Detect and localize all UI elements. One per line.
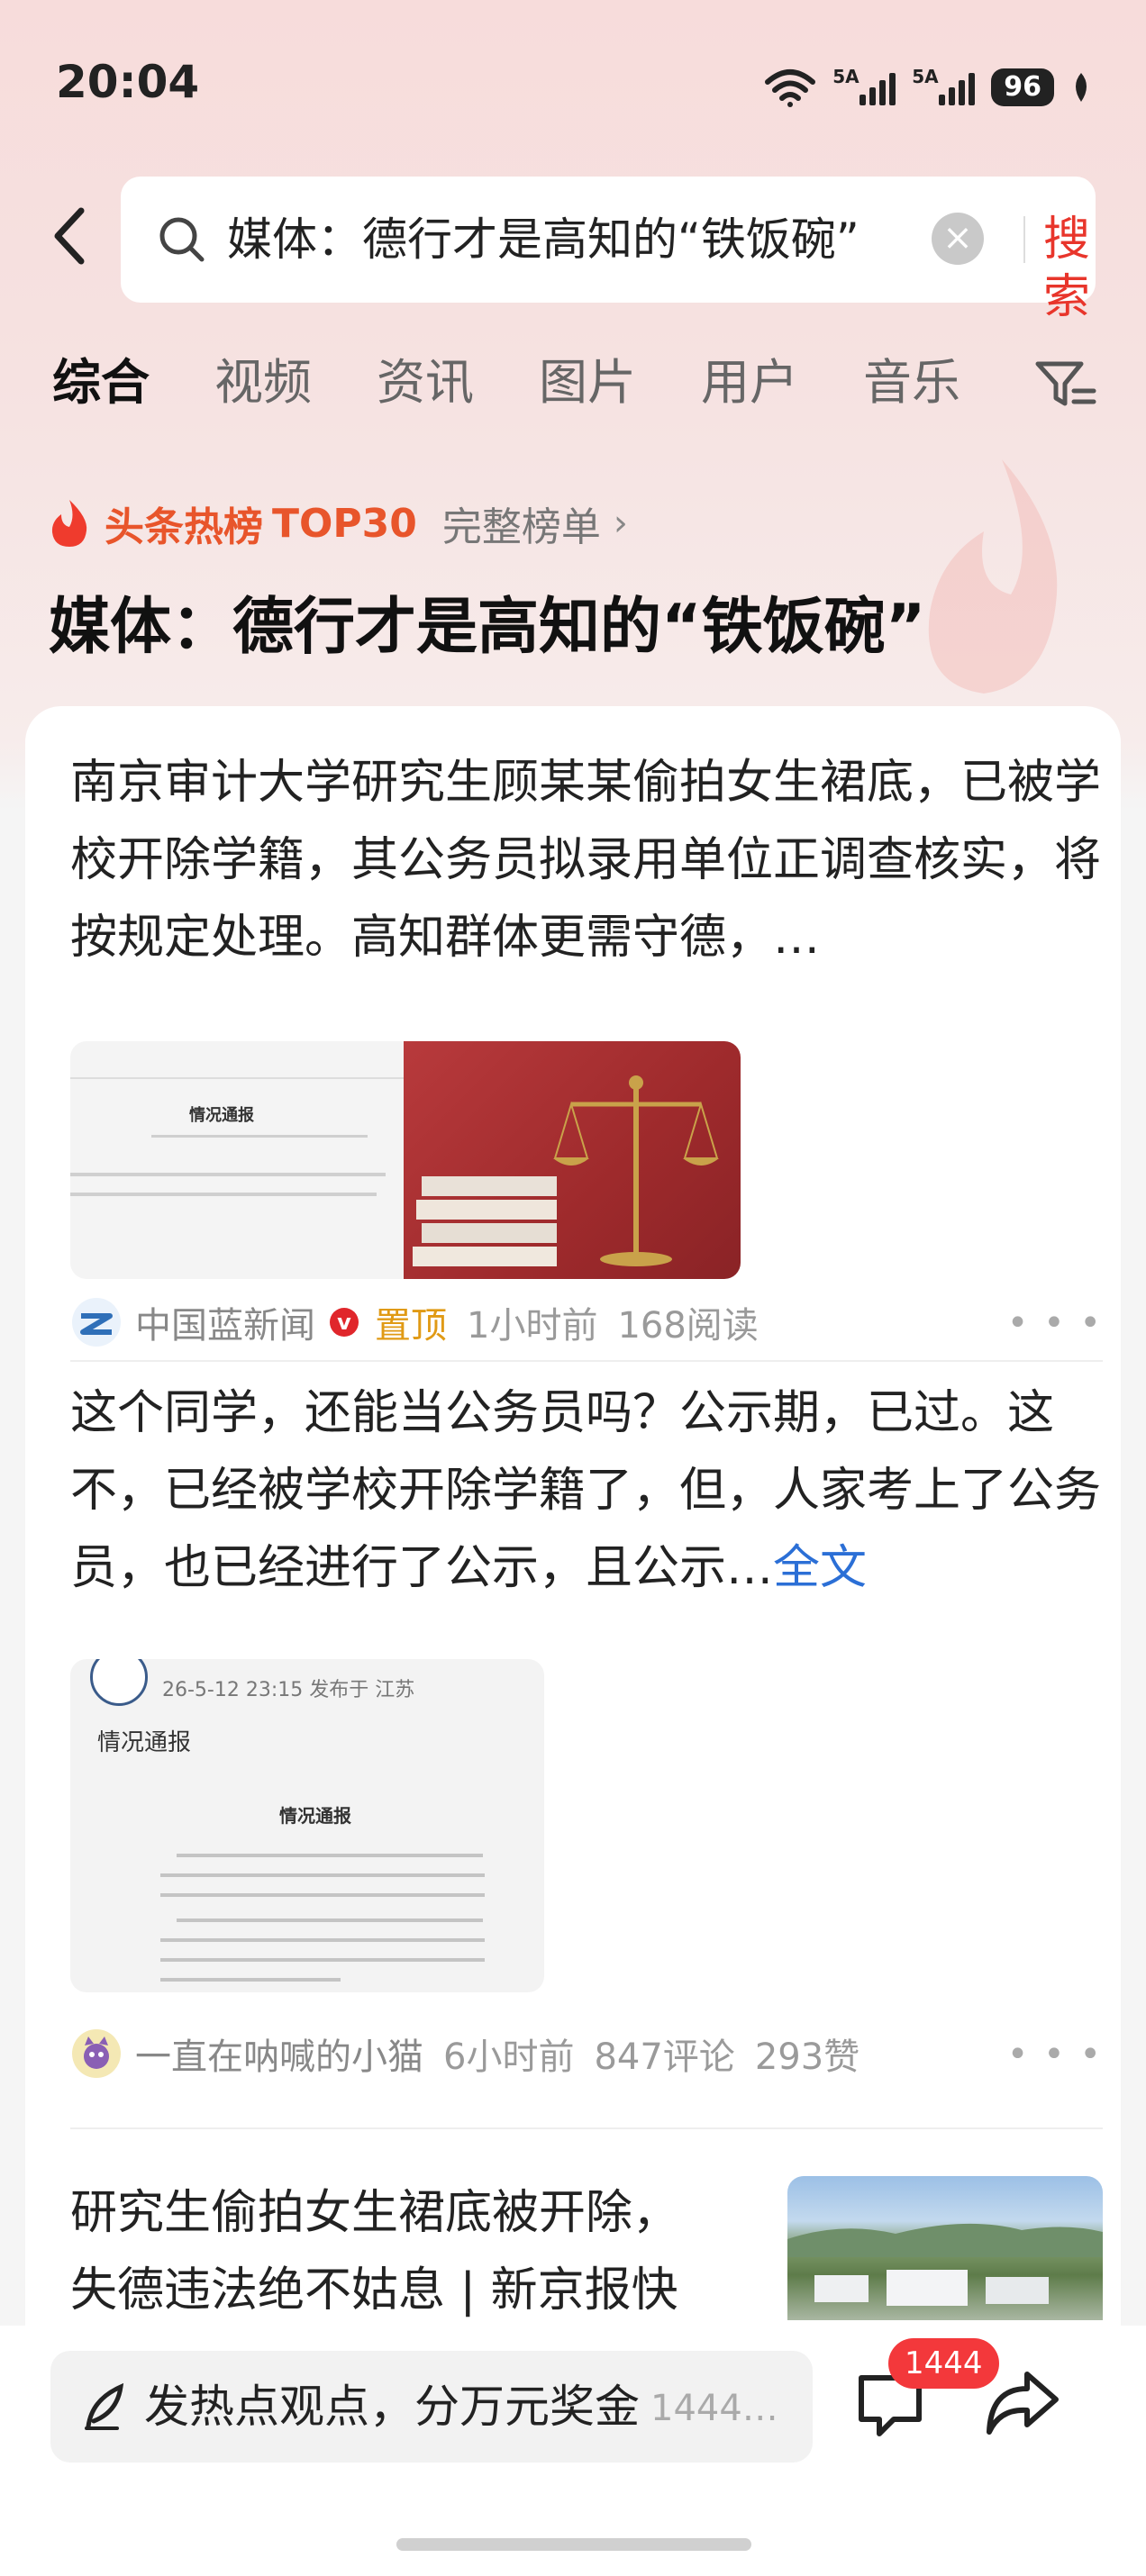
search-query[interactable]: 媒体：德行才是高知的“铁饭碗” bbox=[227, 211, 912, 268]
post-text[interactable]: 研究生偷拍女生裙底被开除，失德违法绝不姑息 | 新京报快 bbox=[70, 2174, 719, 2329]
signal-icon: 5A bbox=[832, 66, 896, 105]
chevron-right-icon: › bbox=[613, 503, 628, 544]
divider bbox=[70, 1360, 1103, 1362]
source-logo-icon[interactable] bbox=[70, 1296, 123, 1348]
post-image[interactable]: 26-5-12 23:15 发布于 江苏 情况通报 情况通报 bbox=[70, 1659, 544, 1992]
tab-music[interactable]: 音乐 bbox=[863, 351, 960, 423]
flame-icon bbox=[51, 500, 87, 547]
tab-users[interactable]: 用户 bbox=[701, 351, 798, 423]
more-options-icon[interactable]: • • • bbox=[1007, 2034, 1103, 2075]
leaf-icon bbox=[1076, 73, 1087, 102]
hotlist-rank: TOP30 bbox=[272, 500, 417, 547]
hotlist-header[interactable]: 头条热榜 TOP30 完整榜单 › bbox=[47, 494, 628, 553]
read-full-link[interactable]: 全文 bbox=[773, 1541, 867, 1595]
notice-document-image: 情况通报 bbox=[70, 1041, 404, 1279]
back-arrow-icon[interactable] bbox=[43, 200, 97, 272]
campus-thumbnail-image[interactable] bbox=[787, 2176, 1103, 2320]
pen-icon bbox=[85, 2382, 124, 2430]
post-time: 6小时前 bbox=[443, 2036, 575, 2078]
share-icon[interactable] bbox=[982, 2362, 1063, 2443]
post-item[interactable]: 南京审计大学研究生顾某某偷拍女生裙底，已被学校开除学籍，其公务员拟录用单位正调查… bbox=[70, 744, 1103, 1347]
post-text[interactable]: 南京审计大学研究生顾某某偷拍女生裙底，已被学校开除学籍，其公务员拟录用单位正调查… bbox=[70, 744, 1103, 976]
tab-bar: 综合 视频 资讯 图片 用户 音乐 bbox=[52, 351, 1097, 423]
post-text[interactable]: 这个同学，还能当公务员吗？公示期，已过。这不，已经被学校开除学籍了，但，人家考上… bbox=[70, 1374, 1103, 1607]
battery-level: 96 bbox=[991, 68, 1054, 106]
wifi-icon bbox=[765, 69, 816, 107]
tab-images[interactable]: 图片 bbox=[539, 351, 636, 423]
status-icons: 5A 5A 96 bbox=[764, 65, 1092, 110]
hotlist-label: 头条热榜 bbox=[105, 504, 263, 550]
post-meta: 一直在呐喊的小猫 6小时前 847评论 293赞 • • • bbox=[70, 2027, 1103, 2081]
search-icon bbox=[159, 217, 205, 262]
post-time: 1小时前 bbox=[467, 1305, 598, 1347]
divider bbox=[70, 2127, 1103, 2129]
comment-count: 847评论 bbox=[594, 2036, 735, 2078]
clear-icon[interactable]: × bbox=[932, 213, 984, 265]
divider bbox=[1023, 216, 1025, 263]
search-button[interactable]: 搜索 bbox=[1043, 211, 1096, 326]
post-image[interactable]: 情况通报 bbox=[70, 1041, 741, 1279]
filter-icon[interactable] bbox=[1034, 357, 1097, 411]
read-count: 168阅读 bbox=[617, 1305, 759, 1347]
search-input[interactable]: 媒体：德行才是高知的“铁饭碗” × 搜索 bbox=[121, 177, 1096, 324]
tab-video[interactable]: 视频 bbox=[214, 351, 312, 423]
post-item[interactable]: 这个同学，还能当公务员吗？公示期，已过。这不，已经被学校开除学籍了，但，人家考上… bbox=[70, 1374, 1103, 1607]
signal-icon: 5A bbox=[912, 66, 976, 105]
full-list-link[interactable]: 完整榜单 bbox=[442, 494, 601, 552]
verified-icon: v bbox=[330, 1308, 359, 1337]
source-name[interactable]: 中国蓝新闻 bbox=[135, 1296, 315, 1348]
tab-all[interactable]: 综合 bbox=[52, 351, 150, 423]
status-bar: 20:04 5A 5A 96 bbox=[0, 0, 1146, 162]
tab-news[interactable]: 资讯 bbox=[377, 351, 474, 423]
home-indicator[interactable] bbox=[396, 2538, 751, 2551]
clock: 20:04 bbox=[56, 56, 200, 108]
post-meta: 中国蓝新闻 v 置顶 1小时前 168阅读 • • • bbox=[70, 1295, 1103, 1349]
like-count: 293赞 bbox=[754, 2036, 860, 2078]
comment-prompt-count: 1444… bbox=[650, 2388, 778, 2429]
scale-of-justice-image bbox=[404, 1041, 741, 1279]
source-name[interactable]: 一直在呐喊的小猫 bbox=[135, 2027, 423, 2080]
comment-prompt: 发热点观点，分万元奖金 bbox=[144, 2381, 640, 2433]
more-options-icon[interactable]: • • • bbox=[1007, 1302, 1103, 1344]
university-logo-icon bbox=[90, 1659, 148, 1706]
pinned-badge: 置顶 bbox=[375, 1305, 447, 1347]
topic-title: 媒体：德行才是高知的“铁饭碗” bbox=[49, 592, 926, 663]
user-avatar-icon[interactable] bbox=[70, 2027, 123, 2080]
results-card: 南京审计大学研究生顾某某偷拍女生裙底，已被学校开除学籍，其公务员拟录用单位正调查… bbox=[25, 706, 1121, 2508]
comment-input[interactable]: 发热点观点，分万元奖金 1444… bbox=[50, 2351, 813, 2463]
